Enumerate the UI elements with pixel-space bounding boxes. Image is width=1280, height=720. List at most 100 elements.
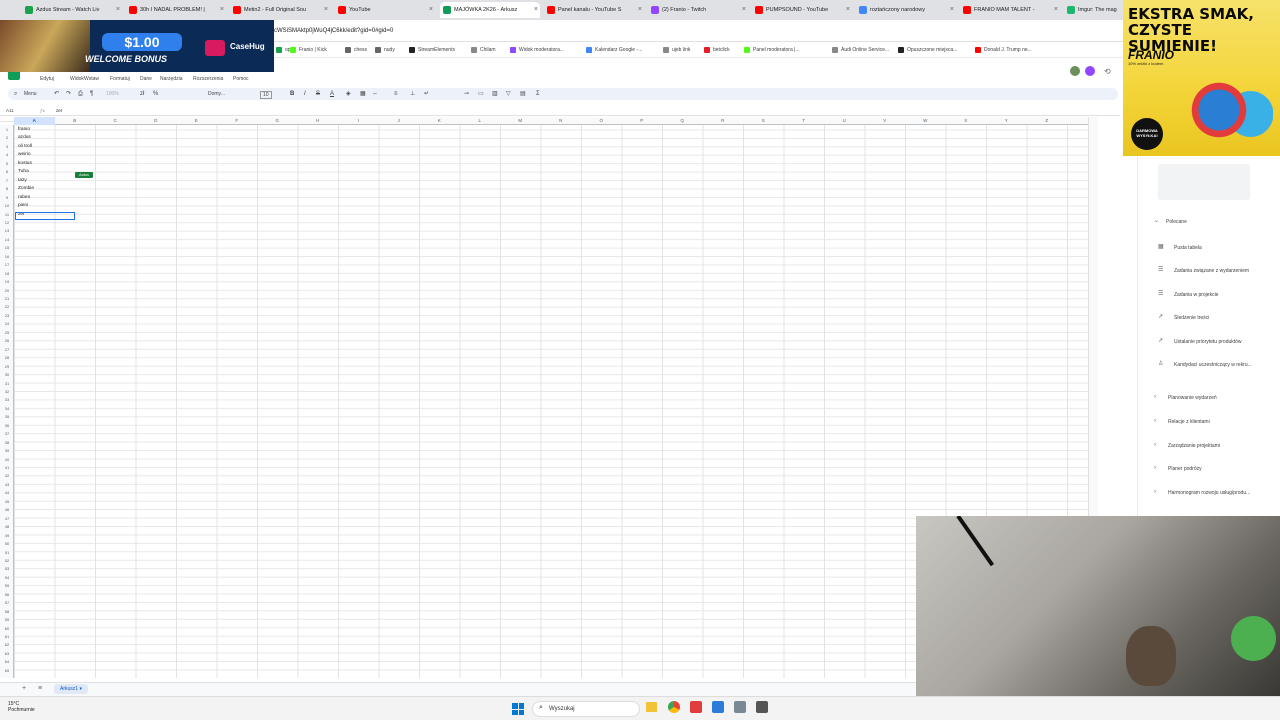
row-header[interactable]: 50 (0, 541, 14, 546)
row-header[interactable]: 14 (0, 237, 14, 242)
template-item[interactable]: Ustalanie priorytetu produktów (1174, 339, 1242, 345)
column-header[interactable]: H (298, 117, 339, 125)
settings-icon[interactable] (734, 701, 746, 713)
template-group[interactable]: Harmonogram rozwoju usług/produ... (1168, 490, 1250, 496)
column-header[interactable]: O (581, 117, 622, 125)
bookmark[interactable]: Widok moderatora... (510, 45, 564, 55)
filter-icon[interactable]: ▽ (506, 89, 511, 99)
chevron-right-icon[interactable]: › (1154, 465, 1156, 471)
row-header[interactable]: 40 (0, 457, 14, 462)
row-header[interactable]: 48 (0, 524, 14, 529)
column-header[interactable]: B (55, 117, 96, 125)
column-header[interactable]: E (176, 117, 217, 125)
bookmark[interactable]: Panel moderatora |... (744, 45, 800, 55)
strikethrough-icon[interactable]: S (316, 89, 320, 99)
browser-tab[interactable]: FRANIO MAM TALENT - × (960, 2, 1060, 18)
italic-icon[interactable]: I (304, 89, 306, 99)
template-item[interactable]: Śledzenie treści (1174, 315, 1209, 321)
chart-icon[interactable]: ▥ (492, 89, 498, 99)
row-header[interactable]: 35 (0, 414, 14, 419)
bookmark[interactable]: op (276, 45, 291, 55)
menu-item[interactable]: Formatuj (110, 76, 130, 82)
row-header[interactable]: 65 (0, 668, 14, 673)
column-header[interactable]: G (257, 117, 298, 125)
browser-tab[interactable]: (2) Franio - Twitch × (648, 2, 748, 18)
chevron-right-icon[interactable]: › (1154, 418, 1156, 424)
bookmark[interactable]: Opuszczone miejsca... (898, 45, 957, 55)
row-header[interactable]: 4 (0, 152, 14, 157)
column-header[interactable]: I (338, 117, 379, 125)
template-group[interactable]: Zarządzanie projektami (1168, 443, 1220, 449)
column-header[interactable]: W (905, 117, 946, 125)
close-tab-icon[interactable]: × (1054, 2, 1058, 18)
currency-icon[interactable]: zł (140, 89, 144, 99)
taskbar-search[interactable]: ⌕ Wyszukaj (532, 701, 640, 717)
close-tab-icon[interactable]: × (429, 2, 433, 18)
browser-tab[interactable]: Imgur: The mag (1064, 2, 1122, 18)
filter-views-icon[interactable]: ▤ (520, 89, 526, 99)
row-header[interactable]: 20 (0, 288, 14, 293)
row-header[interactable]: 34 (0, 406, 14, 411)
close-tab-icon[interactable]: × (846, 2, 850, 18)
column-header[interactable]: U (824, 117, 865, 125)
row-header[interactable]: 21 (0, 296, 14, 301)
row-header[interactable]: 3 (0, 144, 14, 149)
row-header[interactable]: 42 (0, 473, 14, 478)
row-header[interactable]: 2 (0, 135, 14, 140)
browser-tab[interactable]: roztańczony narodowy × (856, 2, 956, 18)
cell-a6[interactable]: Tuha (18, 169, 29, 174)
merge-icon[interactable]: ⇔ (372, 89, 378, 99)
url-field[interactable]: cWSiSMAktp0jWuQ4jC6kk/edit?gid=0#gid=0 (274, 25, 393, 37)
template-item[interactable]: Zadania w projekcie (1174, 292, 1218, 298)
paint-format-icon[interactable]: ¶ (90, 89, 93, 99)
column-header[interactable]: V (865, 117, 906, 125)
menu-item[interactable]: Pomoc (233, 76, 249, 82)
bookmark[interactable]: betclick (704, 45, 730, 55)
row-header[interactable]: 31 (0, 381, 14, 386)
search-menus-label[interactable]: Menu (24, 89, 37, 99)
add-sheet-icon[interactable]: + (22, 685, 26, 692)
chevron-down-icon[interactable]: ⌄ (1154, 217, 1159, 224)
file-explorer-icon[interactable] (646, 702, 657, 712)
row-header[interactable]: 53 (0, 566, 14, 571)
cell-a5[interactable]: kostus (18, 161, 32, 166)
column-header[interactable]: T (784, 117, 825, 125)
menu-item[interactable]: Narzędzia (160, 76, 183, 82)
browser-tab[interactable]: Metin2 - Full Original Sou × (230, 2, 330, 18)
bookmark[interactable]: Chilam (471, 45, 496, 55)
row-header[interactable]: 46 (0, 507, 14, 512)
menu-item[interactable]: Rozszerzenia (193, 76, 223, 82)
template-group[interactable]: Planowanie wydarzeń (1168, 395, 1217, 401)
chevron-right-icon[interactable]: › (1154, 489, 1156, 495)
browser-tab[interactable]: YouTube × (335, 2, 435, 18)
row-header[interactable]: 28 (0, 355, 14, 360)
percent-icon[interactable]: % (153, 89, 158, 99)
row-header[interactable]: 25 (0, 330, 14, 335)
template-group[interactable]: Planer podróży (1168, 466, 1202, 472)
browser-tab[interactable]: Azdus Stream - Watch Liv × (22, 2, 122, 18)
menu-item[interactable]: Wstaw (84, 76, 99, 82)
zoom-select[interactable]: 100% (106, 89, 119, 99)
row-header[interactable]: 54 (0, 575, 14, 580)
row-header[interactable]: 63 (0, 651, 14, 656)
column-header[interactable]: L (460, 117, 501, 125)
row-header[interactable]: 57 (0, 600, 14, 605)
chevron-right-icon[interactable]: › (1154, 442, 1156, 448)
functions-icon[interactable]: Σ (536, 89, 540, 99)
row-header[interactable]: 64 (0, 659, 14, 664)
app-icon[interactable] (756, 701, 768, 713)
windows-start-icon[interactable] (512, 703, 524, 715)
column-header[interactable]: Q (662, 117, 703, 125)
sheet-tab-arkusz1[interactable]: Arkusz1 ▾ (54, 684, 88, 694)
template-preview[interactable] (1158, 164, 1250, 200)
column-header[interactable]: S (743, 117, 784, 125)
cell-a8[interactable]: Zombie (18, 186, 34, 191)
bold-icon[interactable]: B (290, 89, 294, 99)
browser-tab[interactable]: PUMPSOUND - YouTube × (752, 2, 852, 18)
row-header[interactable]: 51 (0, 550, 14, 555)
row-header[interactable]: 36 (0, 423, 14, 428)
app-icon[interactable] (690, 701, 702, 713)
template-group[interactable]: Relacje z klientami (1168, 419, 1210, 425)
column-header[interactable]: C (95, 117, 136, 125)
cell-a3[interactable]: oli troll (18, 144, 32, 149)
